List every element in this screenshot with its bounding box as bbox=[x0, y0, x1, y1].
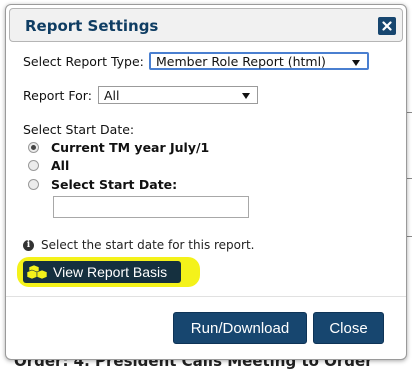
view-report-basis-label: View Report Basis bbox=[53, 264, 168, 280]
radio-button[interactable] bbox=[28, 160, 39, 171]
radio-current-tm-year[interactable]: Current TM year July/1 bbox=[28, 140, 209, 155]
info-note: i Select the start date for this report. bbox=[23, 238, 254, 252]
close-x-icon[interactable] bbox=[378, 17, 396, 35]
view-report-basis-button[interactable]: View Report Basis bbox=[23, 261, 181, 283]
dialog-titlebar: Report Settings bbox=[9, 8, 403, 42]
chevron-down-icon bbox=[352, 60, 360, 66]
radio-button[interactable] bbox=[28, 179, 39, 190]
radio-select-start-date[interactable]: Select Start Date: bbox=[28, 177, 177, 192]
report-type-select[interactable]: Member Role Report (html) bbox=[149, 52, 369, 70]
report-type-value: Member Role Report (html) bbox=[156, 53, 326, 69]
report-for-label: Report For: bbox=[23, 88, 92, 103]
radio-button[interactable] bbox=[28, 142, 39, 153]
start-date-input[interactable] bbox=[53, 196, 249, 218]
radio-label: Select Start Date: bbox=[51, 177, 178, 192]
info-text: Select the start date for this report. bbox=[41, 238, 255, 252]
radio-all[interactable]: All bbox=[28, 158, 69, 173]
radio-label: All bbox=[51, 158, 70, 173]
start-date-label: Select Start Date: bbox=[23, 122, 135, 137]
cubes-icon bbox=[27, 264, 48, 280]
footer-divider bbox=[6, 296, 406, 297]
run-download-button[interactable]: Run/Download bbox=[173, 312, 307, 344]
report-type-label: Select Report Type: bbox=[23, 54, 144, 69]
radio-label: Current TM year July/1 bbox=[51, 140, 210, 155]
dialog-title: Report Settings bbox=[25, 17, 159, 35]
report-settings-dialog: Report Settings Select Report Type: Memb… bbox=[5, 4, 407, 360]
report-for-value: All bbox=[104, 87, 120, 103]
close-button[interactable]: Close bbox=[313, 312, 384, 344]
chevron-down-icon bbox=[242, 93, 250, 99]
info-icon: i bbox=[23, 239, 34, 251]
report-for-select[interactable]: All bbox=[98, 86, 258, 104]
